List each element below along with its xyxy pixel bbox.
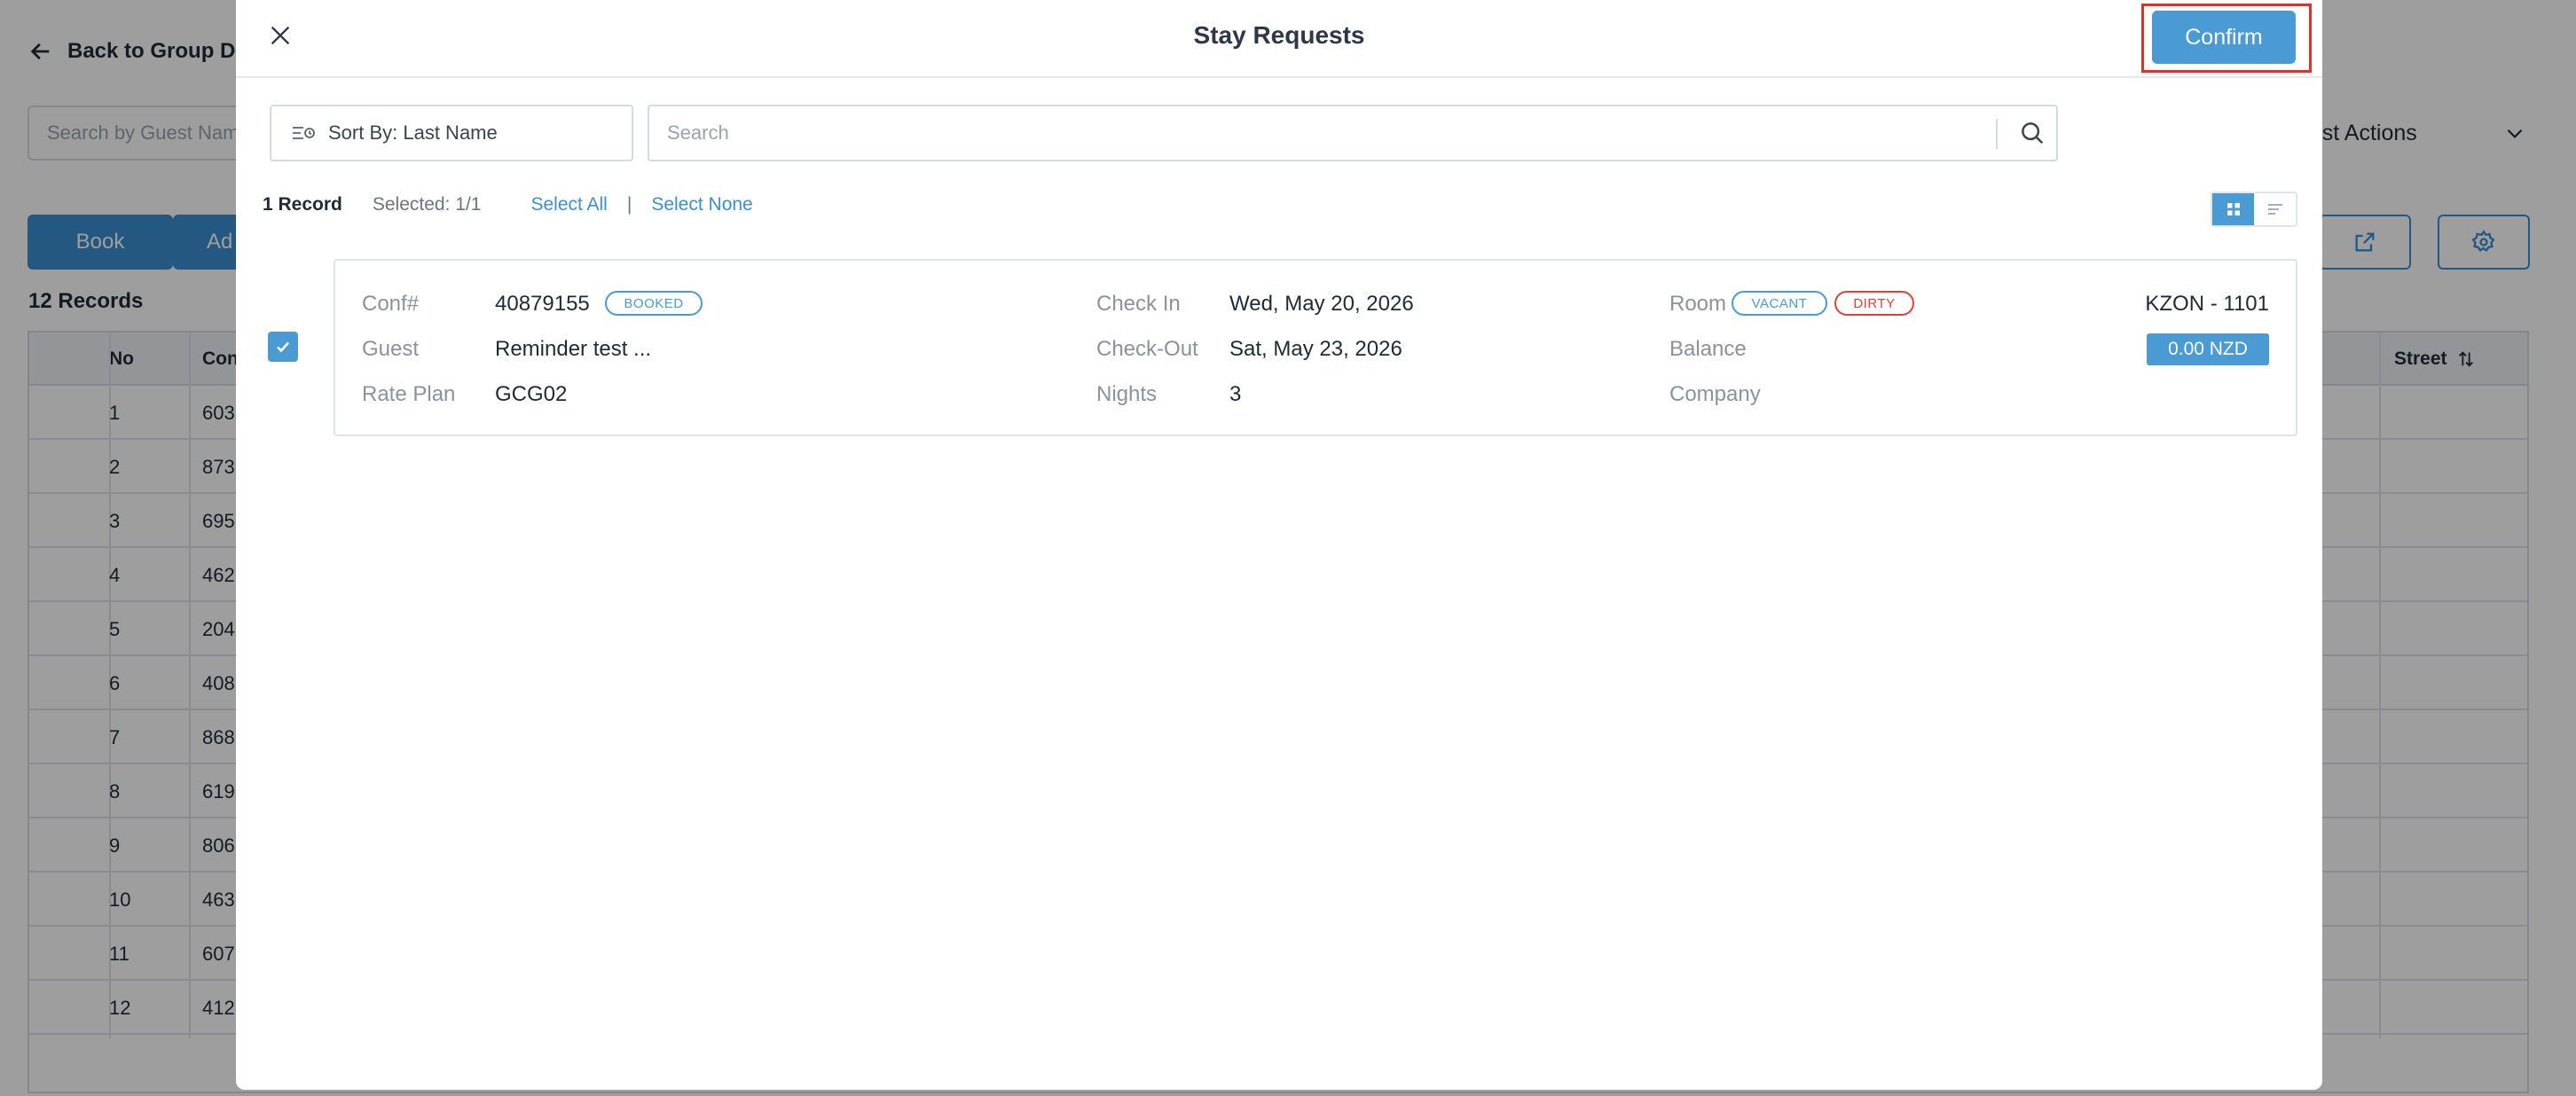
grid-icon xyxy=(2227,203,2240,215)
check-in-value: Wed, May 20, 2026 xyxy=(1229,292,1414,316)
nights-value: 3 xyxy=(1229,382,1242,406)
view-toggle xyxy=(2211,192,2297,227)
list-view-button[interactable] xyxy=(2254,193,2296,225)
confirm-button[interactable]: Confirm xyxy=(2152,11,2296,64)
room-status-dirty: DIRTY xyxy=(1834,291,1914,316)
room-label: Room xyxy=(1669,292,1727,316)
company-label: Company xyxy=(1669,382,1761,406)
status-badge-booked: BOOKED xyxy=(605,291,703,316)
select-all-link[interactable]: Select All xyxy=(530,194,607,215)
record-count: 1 Record xyxy=(263,194,342,215)
grid-view-button[interactable] xyxy=(2212,193,2254,225)
search-field xyxy=(648,105,2058,161)
guest-label: Guest xyxy=(362,337,420,361)
check-icon xyxy=(277,341,289,353)
balance-value: 0.00 NZD xyxy=(2147,333,2269,365)
conf-value: 40879155 xyxy=(495,292,590,316)
room-value: KZON - 1101 xyxy=(2145,292,2269,316)
room-status-vacant: VACANT xyxy=(1732,291,1827,316)
balance-label: Balance xyxy=(1669,337,1747,361)
check-out-value: Sat, May 23, 2026 xyxy=(1229,337,1402,361)
search-icon xyxy=(2022,122,2044,145)
stay-requests-modal: Stay Requests Confirm Sort By: Last Name… xyxy=(236,0,2322,1090)
conf-label: Conf# xyxy=(362,292,420,316)
search-input[interactable] xyxy=(649,106,1980,160)
search-button[interactable] xyxy=(2007,106,2058,160)
rate-plan-label: Rate Plan xyxy=(362,382,456,406)
selected-count: Selected: 1/1 xyxy=(372,194,482,215)
guest-value: Reminder test ... xyxy=(495,337,652,361)
list-icon xyxy=(2267,204,2282,215)
records-toolbar: 1 Record Selected: 1/1 Select All | Sele… xyxy=(263,193,753,216)
modal-header: Stay Requests Confirm xyxy=(236,0,2322,78)
check-out-label: Check-Out xyxy=(1096,337,1198,361)
reservation-checkbox[interactable] xyxy=(268,332,298,362)
reservation-card[interactable]: Conf# 40879155 BOOKED Guest Reminder tes… xyxy=(334,259,2297,436)
divider xyxy=(1996,119,1998,149)
sort-dropdown[interactable]: Sort By: Last Name xyxy=(270,105,633,161)
nights-label: Nights xyxy=(1096,382,1158,406)
link-separator: | xyxy=(626,194,632,215)
rate-plan-value: GCG02 xyxy=(495,382,568,406)
sort-clock-icon xyxy=(293,127,315,139)
sort-label: Sort By: Last Name xyxy=(328,121,498,144)
check-in-label: Check In xyxy=(1096,292,1181,316)
modal-title: Stay Requests xyxy=(1193,21,1365,49)
select-none-link[interactable]: Select None xyxy=(651,194,752,215)
